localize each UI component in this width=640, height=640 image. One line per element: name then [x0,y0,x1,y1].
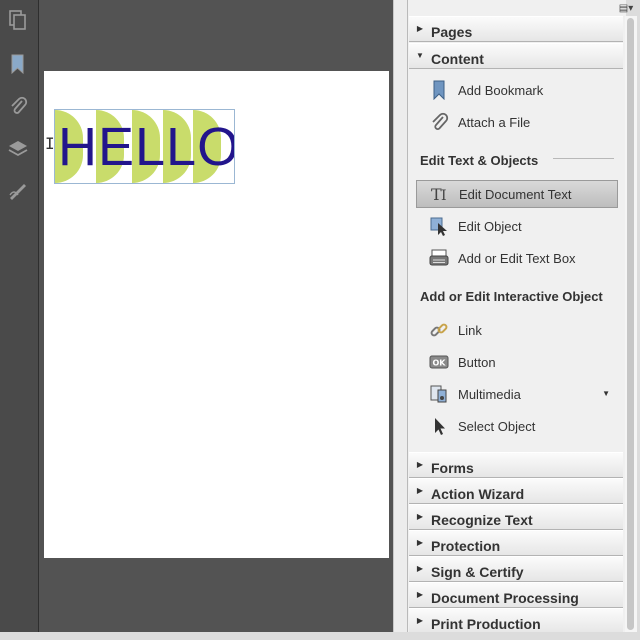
scrollbar-thumb[interactable] [627,18,634,630]
panel-sign-certify[interactable]: ▶ Sign & Certify [409,556,623,582]
collapsed-triangle-icon: ▶ [416,512,424,521]
typewriter-icon [426,247,452,269]
tools-pane: ▤▾ ▶ Pages ▼ Content Add Bookmark Attach… [407,0,633,634]
tool-select-object[interactable]: Select Object [416,412,616,440]
navigation-rail [0,0,39,632]
ok-button-icon: OK [426,351,452,373]
collapsed-triangle-icon: ▶ [416,564,424,573]
panel-label: Content [431,51,484,67]
link-icon [426,319,452,341]
expanded-triangle-icon: ▼ [416,51,424,60]
tool-multimedia[interactable]: Multimedia ▼ [416,380,616,408]
document-text-hello[interactable]: HELLO [58,117,234,177]
collapsed-triangle-icon: ▶ [416,460,424,469]
panel-pages[interactable]: ▶ Pages [409,16,623,42]
collapsed-triangle-icon: ▶ [416,616,424,625]
bookmark-add-icon [426,79,452,101]
text-cursor-icon: I [45,134,55,153]
group-title-interactive: Add or Edit Interactive Object [420,289,603,304]
document-page: HELLO I [44,71,389,558]
group-title-edit-text: Edit Text & Objects [420,153,539,168]
panel-document-processing[interactable]: ▶ Document Processing [409,582,623,608]
collapsed-triangle-icon: ▶ [416,24,424,33]
dropdown-arrow-icon[interactable]: ▼ [602,389,610,398]
panel-protection[interactable]: ▶ Protection [409,530,623,556]
pane-options-icon[interactable]: ▤▾ [615,1,637,15]
window-bottom-edge [0,632,640,640]
panel-label: Pages [431,24,473,40]
tool-link[interactable]: Link [416,316,616,344]
tool-attach-file[interactable]: Attach a File [416,108,616,136]
signature-icon[interactable] [6,180,30,204]
panel-content[interactable]: ▼ Content [409,43,623,69]
edit-object-icon [426,215,452,237]
bookmark-icon[interactable] [6,52,30,76]
layers-icon[interactable] [6,137,30,161]
svg-text:OK: OK [433,359,447,368]
svg-text:I: I [441,188,447,204]
paperclip-icon [426,111,452,133]
tool-add-bookmark[interactable]: Add Bookmark [416,76,616,104]
tool-button[interactable]: OK Button [416,348,616,376]
pane-splitter[interactable] [393,0,408,632]
multimedia-icon [426,383,452,405]
edit-text-icon: TI [427,183,453,205]
paperclip-icon[interactable] [6,94,30,118]
document-viewport: HELLO I [39,0,393,632]
tool-add-edit-text-box[interactable]: Add or Edit Text Box [416,244,616,272]
collapsed-triangle-icon: ▶ [416,538,424,547]
tool-edit-document-text[interactable]: TI Edit Document Text [416,180,618,208]
tool-edit-object[interactable]: Edit Object [416,212,616,240]
panel-print-production[interactable]: ▶ Print Production [409,608,623,634]
divider [553,158,614,159]
pages-icon[interactable] [6,8,30,32]
panel-recognize-text[interactable]: ▶ Recognize Text [409,504,623,530]
panel-forms[interactable]: ▶ Forms [409,452,623,478]
collapsed-triangle-icon: ▶ [416,590,424,599]
panel-action-wizard[interactable]: ▶ Action Wizard [409,478,623,504]
collapsed-triangle-icon: ▶ [416,486,424,495]
selected-text-object[interactable]: HELLO [54,109,235,184]
arrow-cursor-icon [426,415,452,437]
pane-scrollbar[interactable] [625,16,637,632]
